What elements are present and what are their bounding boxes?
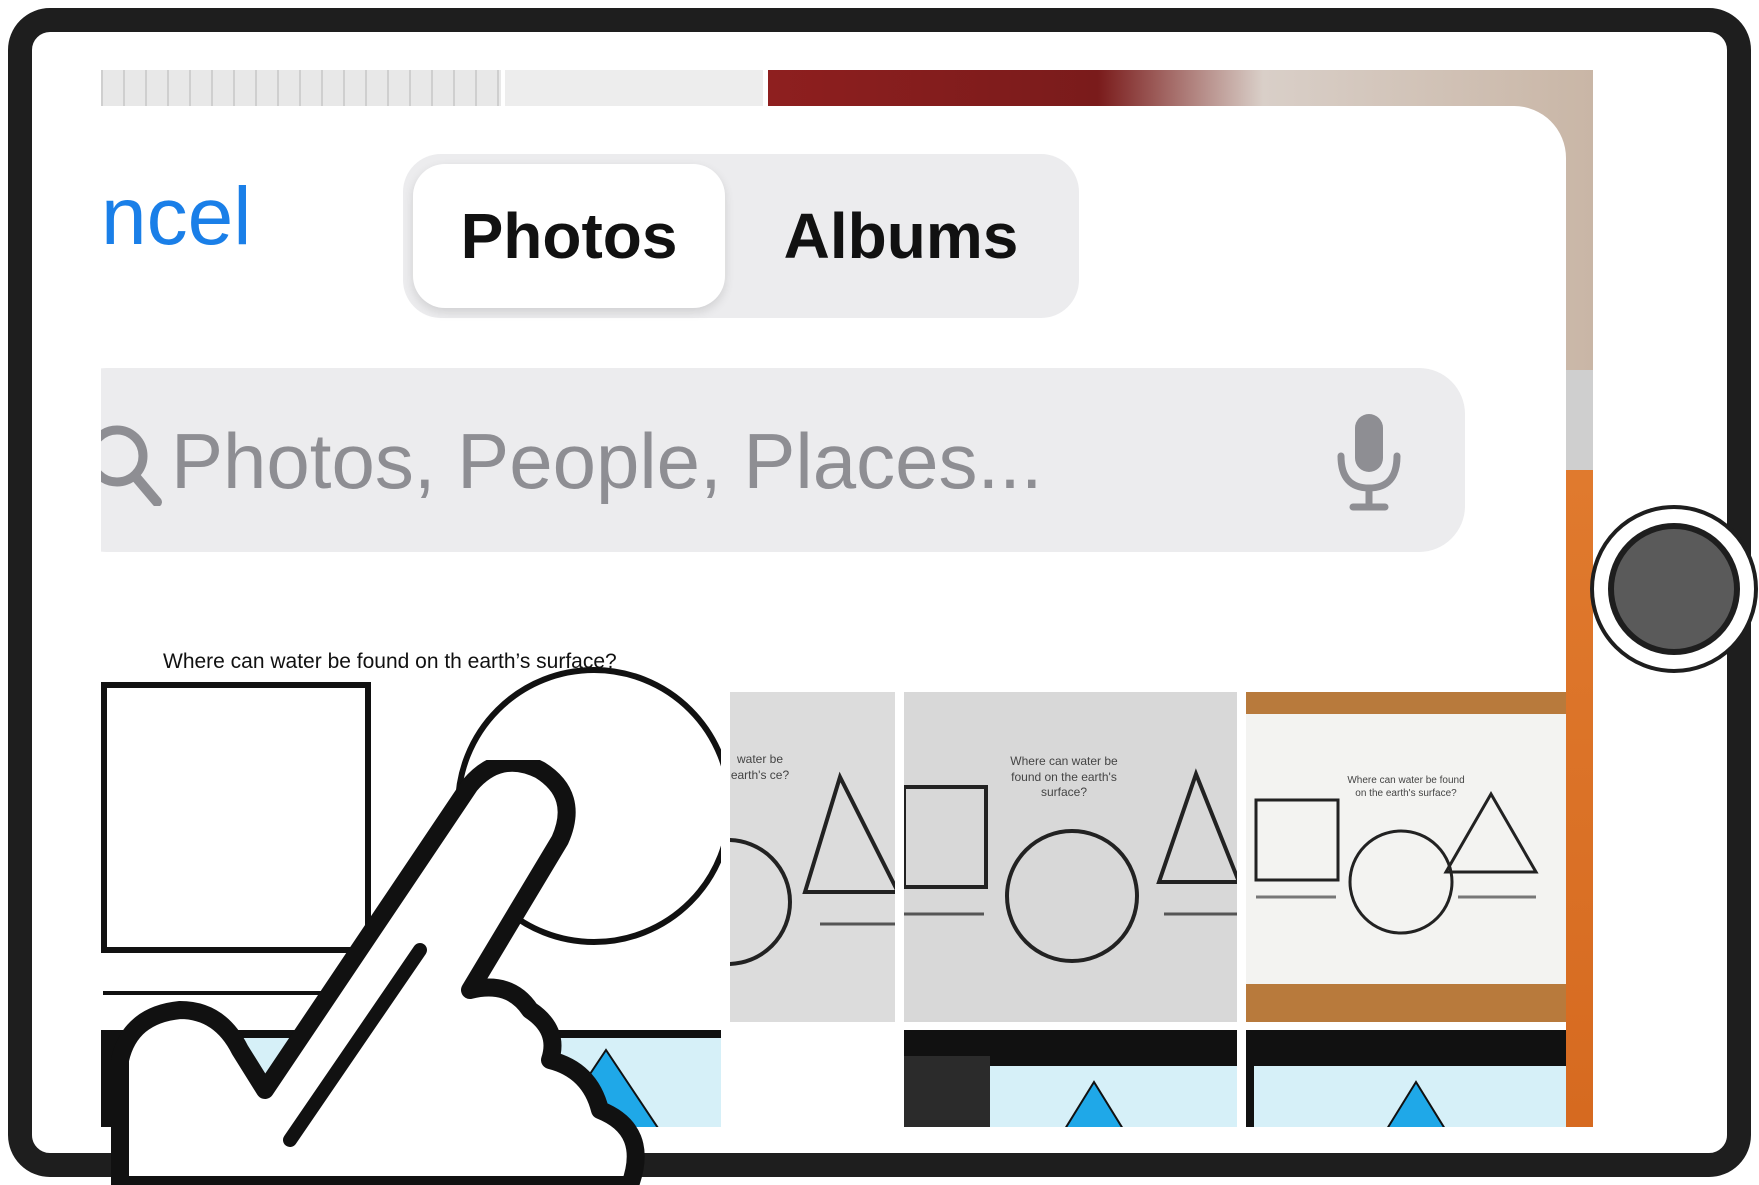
search-input[interactable] (171, 396, 1271, 526)
background-photo (505, 70, 763, 110)
photo-shapes (904, 768, 1237, 963)
photo-thumbnail[interactable]: Where can water be found on the earth's … (904, 692, 1237, 1022)
photo-grid: Where can water be found on th earth’s s… (101, 638, 1566, 1127)
cancel-button[interactable]: ncel (101, 176, 251, 258)
worksheet-shapes (101, 667, 721, 995)
photo-thumbnail[interactable] (904, 1030, 1237, 1127)
search-icon (101, 425, 162, 506)
photo-thumbnail[interactable] (1246, 1030, 1566, 1127)
background-photo (101, 70, 501, 110)
home-button[interactable] (1590, 505, 1758, 673)
photo-thumbnail[interactable] (101, 1030, 721, 1127)
photo-thumbnail[interactable]: Where can water be found on th earth’s s… (101, 638, 721, 998)
app-screenshot-preview (191, 1038, 721, 1127)
screen: ncel Photos Albums Photos, People, Place… (101, 70, 1593, 1127)
photo-picker-sheet: ncel Photos Albums Photos, People, Place… (101, 106, 1566, 1127)
segmented-control: Photos Albums (403, 154, 1079, 318)
photo-thumbnail[interactable]: water be earth's ce? (730, 692, 895, 1022)
tab-albums[interactable]: Albums (733, 164, 1069, 308)
search-bar[interactable] (101, 368, 1465, 552)
tablet-frame: ncel Photos Albums Photos, People, Place… (8, 8, 1751, 1177)
app-screenshot-preview (904, 1056, 1237, 1127)
photo-shapes (1254, 790, 1539, 935)
microphone-icon[interactable] (1329, 412, 1409, 512)
home-button-inner (1608, 523, 1740, 655)
photo-thumbnail[interactable]: Where can water be found on the earth's … (1246, 692, 1566, 1022)
tab-photos[interactable]: Photos (413, 164, 725, 308)
photo-shapes (730, 771, 895, 966)
app-screenshot-preview (1254, 1066, 1566, 1127)
